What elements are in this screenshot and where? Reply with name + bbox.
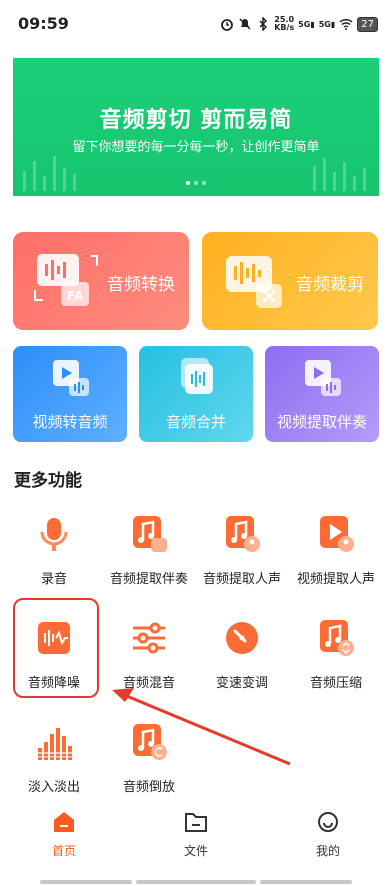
compress-icon: [320, 620, 354, 656]
video-to-audio-card[interactable]: 视频转音频: [13, 346, 127, 442]
feature-label: 视频提取人声: [296, 572, 375, 587]
profile-icon: [318, 812, 338, 832]
speed-pitch-icon: [226, 622, 258, 654]
video-extract-accompaniment-card[interactable]: 视频提取伴奏: [265, 346, 379, 442]
carousel-dot: [194, 181, 198, 185]
feature-audio-reverse[interactable]: 音频倒放: [103, 722, 195, 802]
feature-label: 变速变调: [215, 676, 268, 691]
tab-files[interactable]: 文件: [166, 810, 226, 859]
gesture-bar: [260, 880, 352, 884]
feature-video-extract-voice[interactable]: 视频提取人声: [290, 514, 382, 594]
tab-profile[interactable]: 我的: [298, 810, 358, 859]
tab-home[interactable]: 首页: [34, 810, 94, 859]
alarm-icon: [221, 19, 234, 31]
video-to-audio-icon: [53, 360, 89, 396]
mute-icon: [239, 18, 251, 30]
audio-merge-card[interactable]: 音频合并: [139, 346, 253, 442]
microphone-icon: [40, 518, 68, 551]
more-features-title: 更多功能: [14, 471, 82, 491]
status-time: 09:59: [18, 14, 69, 33]
carousel-dot: [202, 181, 206, 185]
banner-title: 音频剪切 剪而易简: [99, 108, 293, 133]
feature-record[interactable]: 录音: [8, 514, 100, 594]
mixer-icon: [133, 622, 165, 654]
audio-trim-label: 音频裁剪: [296, 275, 364, 295]
feature-label: 录音: [40, 572, 67, 587]
audio-convert-label: 音频转换: [107, 275, 175, 295]
banner-subtitle: 留下你想要的每一分每一秒，让创作更简单: [72, 140, 320, 155]
feature-label: 音频压缩: [309, 676, 362, 691]
status-icons: 25.0 KB/s 5G▮ 5G▮ 27: [220, 16, 378, 32]
battery-indicator: 27: [357, 16, 378, 32]
video-to-audio-label: 视频转音频: [32, 413, 108, 431]
video-extract-accompaniment-label: 视频提取伴奏: [276, 413, 367, 431]
feature-audio-extract-voice[interactable]: 音频提取人声: [196, 514, 288, 594]
feature-label: 音频混音: [122, 676, 175, 691]
fade-icon: [38, 728, 72, 760]
tab-files-label: 文件: [183, 844, 208, 858]
feature-fade[interactable]: 淡入淡出: [8, 722, 100, 802]
audio-merge-icon: [181, 358, 213, 394]
home-icon: [54, 812, 74, 832]
video-voice-icon: [320, 516, 354, 552]
audio-merge-label: 音频合并: [165, 413, 226, 431]
promo-banner[interactable]: 音频剪切 剪而易简 留下你想要的每一分每一秒，让创作更简单: [13, 58, 379, 196]
feature-label: 音频倒放: [122, 780, 175, 795]
gesture-bar: [136, 880, 256, 884]
audio-convert-card[interactable]: FA 音频转换: [13, 232, 189, 330]
folder-icon: [185, 813, 207, 832]
audio-trim-icon: [226, 256, 282, 308]
reverse-icon: [133, 724, 167, 760]
feature-speed-pitch[interactable]: 变速变调: [196, 618, 288, 698]
feature-audio-mix[interactable]: 音频混音: [103, 618, 195, 698]
feature-label: 淡入淡出: [27, 780, 80, 795]
wifi-icon: [339, 18, 353, 30]
bottom-tab-bar: 首页 文件 我的: [0, 800, 392, 870]
carousel-dots: [13, 181, 379, 185]
tab-profile-label: 我的: [315, 844, 340, 858]
gesture-bar: [40, 880, 132, 884]
status-bar: 09:59 25.0 KB/s 5G▮ 5G▮ 27: [0, 0, 392, 52]
feature-audio-extract-accompaniment[interactable]: 音频提取伴奏: [103, 514, 195, 594]
denoise-highlight-box: [13, 598, 99, 698]
carousel-dot: [186, 181, 190, 185]
signal-2: 5G▮: [318, 19, 336, 29]
bluetooth-icon: [259, 17, 268, 31]
music-extract-icon: [133, 516, 167, 552]
voice-extract-icon: [226, 516, 260, 552]
feature-label: 音频提取人声: [202, 572, 281, 587]
tab-home-label: 首页: [51, 844, 76, 858]
audio-convert-icon: FA: [34, 254, 98, 306]
video-accompaniment-icon: [305, 360, 341, 396]
net-speed: 25.0 KB/s: [274, 15, 295, 32]
svg-text:FA: FA: [67, 289, 84, 303]
signal-1: 5G▮: [298, 19, 315, 29]
feature-label: 音频提取伴奏: [109, 572, 188, 587]
feature-audio-compress[interactable]: 音频压缩: [290, 618, 382, 698]
audio-trim-card[interactable]: 音频裁剪: [202, 232, 378, 330]
